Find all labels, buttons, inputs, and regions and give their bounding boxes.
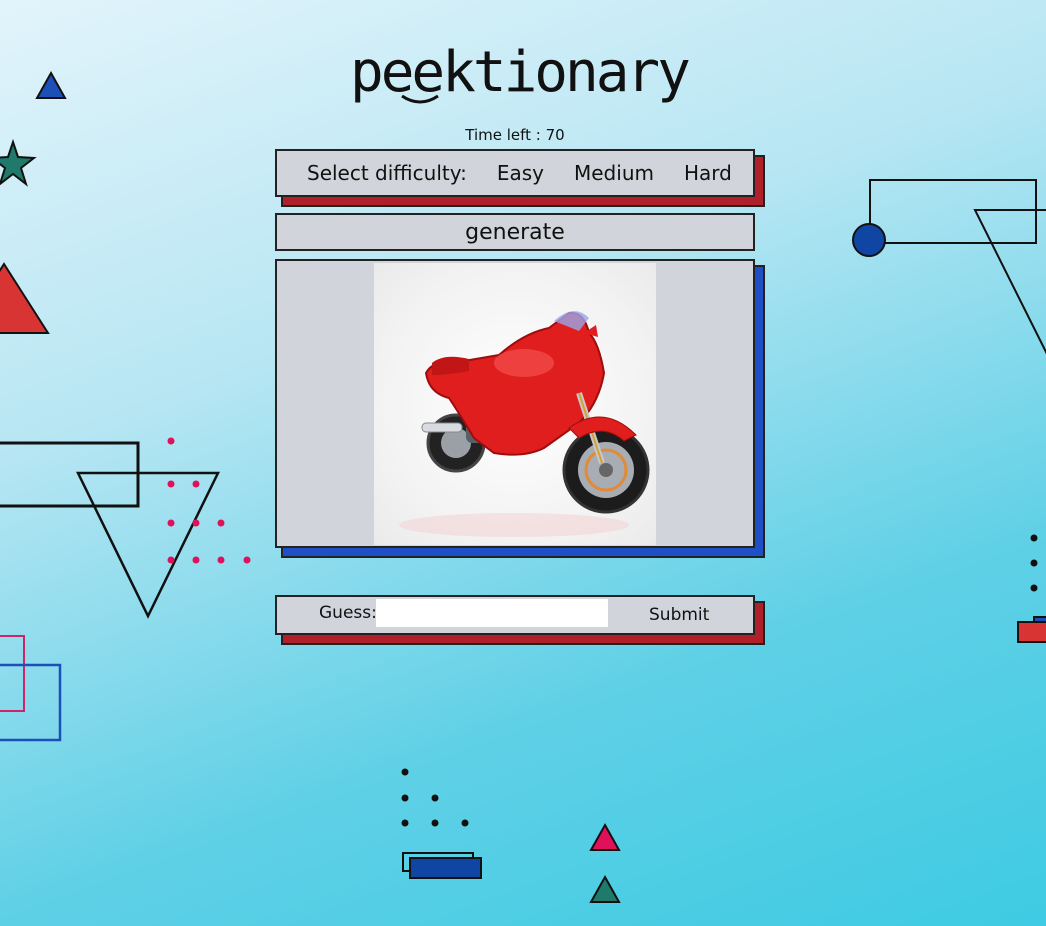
circle-icon — [852, 223, 886, 257]
image-panel — [275, 259, 755, 548]
guess-label: Guess: — [319, 603, 377, 623]
difficulty-easy[interactable]: Easy — [497, 161, 544, 185]
triangle-icon — [35, 70, 67, 99]
smile-icon — [401, 94, 439, 104]
time-left: Time left : 70 — [465, 126, 565, 144]
generated-image — [374, 263, 656, 545]
difficulty-medium[interactable]: Medium — [574, 161, 654, 185]
guess-bar: Guess: Submit — [275, 595, 755, 635]
app-logo: peektionary — [350, 38, 691, 108]
difficulty-label: Select difficulty: — [307, 161, 467, 185]
submit-button[interactable]: Submit — [649, 605, 709, 625]
triangle-icon — [589, 822, 621, 851]
triangle-icon — [589, 874, 621, 903]
triangle-icon — [0, 262, 50, 334]
guess-input[interactable] — [376, 599, 608, 627]
difficulty-hard[interactable]: Hard — [684, 161, 732, 185]
difficulty-bar: Select difficulty: Easy Medium Hard — [275, 149, 755, 197]
generate-button[interactable]: generate — [275, 213, 755, 251]
star-icon — [0, 138, 37, 187]
